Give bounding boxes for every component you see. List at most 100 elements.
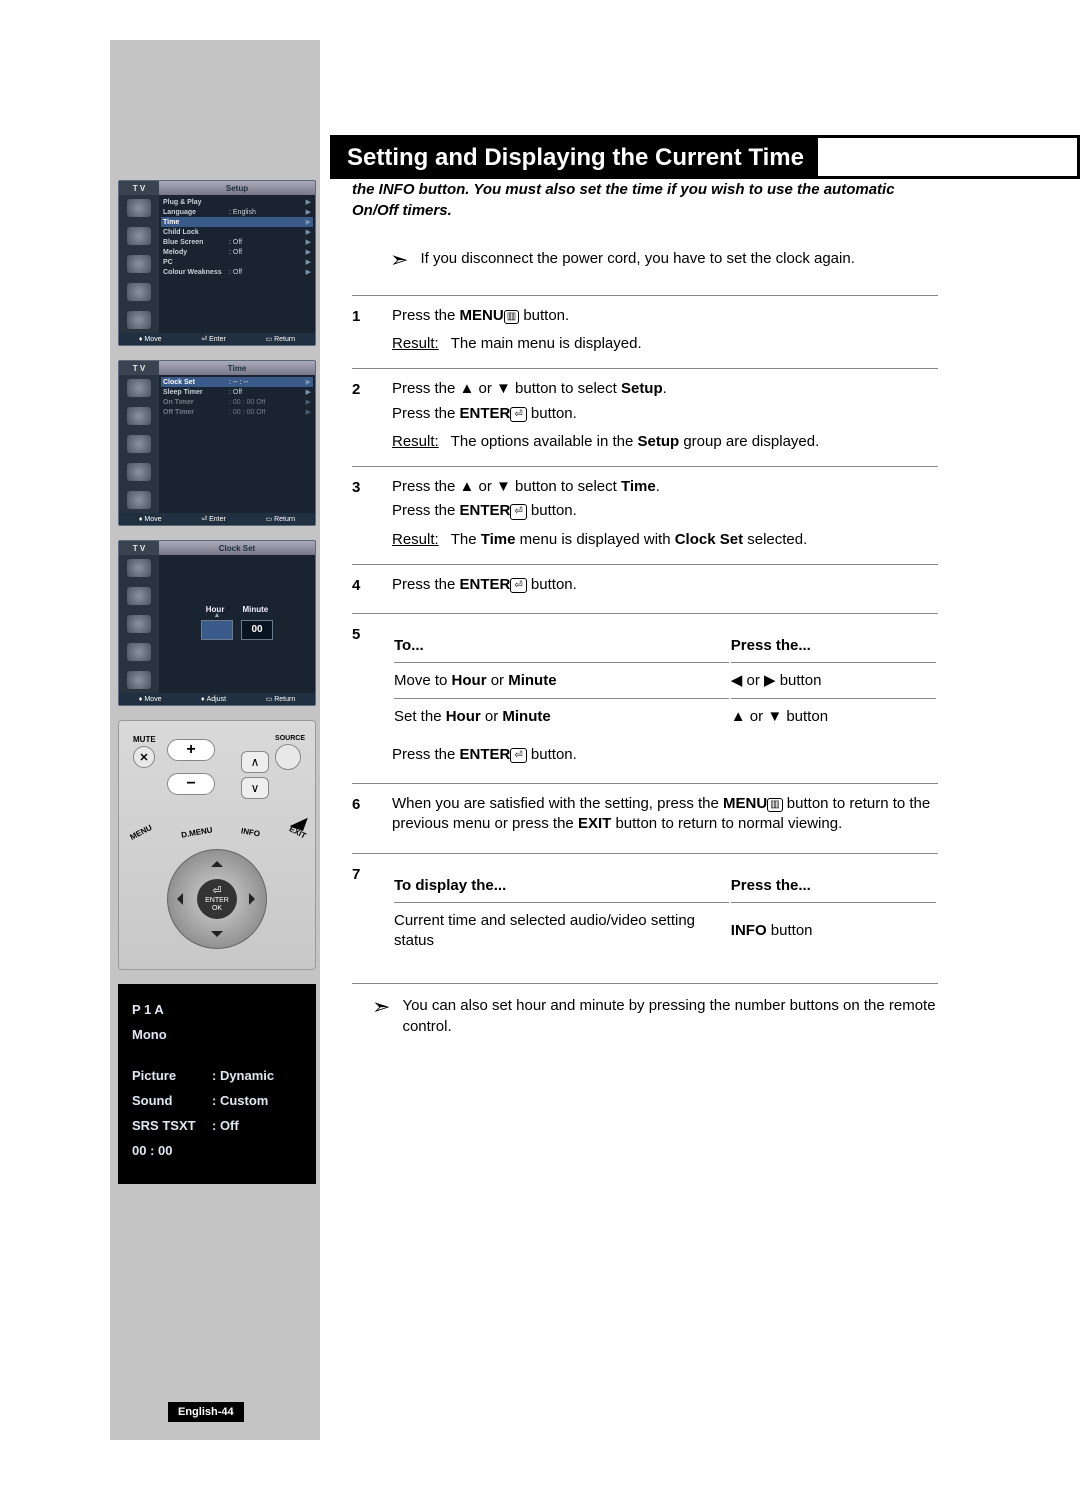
td: ▲ or ▼ button [731,701,936,733]
osd-list: Plug & Play▶ Language: English▶ Time▶ Ch… [159,195,315,333]
osd-tv-label: T V [119,361,159,375]
td: Set the Hour or Minute [394,701,729,733]
step-num: 3 [352,477,374,550]
step-3: 3 Press the ▲ or ▼ button to select Time… [352,466,938,564]
osd-icon-column [119,555,159,693]
note-text: If you disconnect the power cord, you ha… [420,249,854,269]
dpad-up-icon[interactable] [211,855,223,867]
osd-footer-move: ♦ Move [139,335,162,343]
osd-icon [127,671,151,689]
osd-clockset-menu: T V Clock Set Hour Minute [118,540,316,706]
osd-footer-move: ♦ Move [139,515,162,523]
osd-icon [127,199,151,217]
td: INFO button [731,905,936,958]
step-4: 4 Press the ENTER⏎ button. [352,564,938,613]
osd-footer: ♦ Move ⏎ Enter ▭ Return [119,333,315,345]
prog-label: P 1 A [132,1002,164,1017]
osd-icon [127,227,151,245]
osd-row: Blue Screen: Off▶ [161,237,313,247]
osd-icon [127,463,151,481]
dpad-left-icon[interactable] [171,893,183,905]
osd-icon [127,643,151,661]
th-press: Press the... [731,870,936,903]
osd-icon [127,407,151,425]
osd-icon [127,435,151,453]
menu-label: MENU [123,813,158,851]
osd-footer-adjust: ♦ Adjust [201,695,226,703]
osd-icon-column [119,195,159,333]
step-1: 1 Press the MENU▥ button. Result: The ma… [352,295,938,369]
osd-row: Language: English▶ [161,207,313,217]
osd-list: Clock Set: -- : --▶ Sleep Timer: Off▶ On… [159,375,315,513]
step-num: 7 [352,864,374,970]
pointer-icon: ➣ [372,996,390,1018]
remote-control: MUTE ✕ + − ∧ ∨ SOURCE MENU D.MENU INFO E… [118,720,316,970]
dpad-down-icon[interactable] [211,931,223,943]
dpad-right-icon[interactable] [249,893,261,905]
enter-glyph-icon: ⏎ [510,578,526,594]
osd-icon [127,491,151,509]
info-panel: P 1 A Mono Picture: Dynamic Sound: Custo… [118,984,316,1184]
mute-label: MUTE ✕ [133,735,156,768]
volume-up-button[interactable]: + [167,739,215,761]
step-5: 5 To... Press the... Move to Hour or Min… [352,613,938,783]
osd-row-selected: Time▶ [161,217,313,227]
osd-title: Clock Set [159,541,315,555]
mono-label: Mono [132,1027,167,1042]
page-number: English-44 [168,1402,244,1422]
osd-icon [127,255,151,273]
osd-icon [127,587,151,605]
step-num: 5 [352,624,374,769]
volume-down-button[interactable]: − [167,773,215,795]
footer-note: ➣ You can also set hour and minute by pr… [352,996,938,1037]
step-num: 4 [352,575,374,599]
th-press: Press the... [731,630,936,663]
enter-glyph-icon: ⏎ [510,504,526,520]
osd-time-menu: T V Time Clock Set: -- : --▶ Sleep Timer… [118,360,316,526]
osd-footer-enter: ⏎ Enter [201,515,226,523]
osd-icon [127,379,151,397]
enter-glyph-icon: ⏎ [510,407,526,423]
hour-box [201,620,233,640]
page-title: Setting and Displaying the Current Time [333,138,818,178]
osd-tv-label: T V [119,181,159,195]
osd-title: Time [159,361,315,375]
channel-up-button[interactable]: ∧ [241,751,269,773]
enter-glyph-icon: ⏎ [510,748,526,764]
osd-row-dim: Off Timer: 00 : 00 Off▶ [161,407,313,417]
osd-row: Melody: Off▶ [161,247,313,257]
osd-row: Child Lock▶ [161,227,313,237]
minute-box: 00 [241,620,273,640]
mute-button[interactable]: ✕ [133,746,155,768]
pointer-icon: ➣ [390,249,408,271]
osd-row: Sleep Timer: Off▶ [161,387,313,397]
enter-button[interactable]: ⏎ ENTER OK [197,879,237,919]
osd-footer-return: ▭ Return [266,695,296,703]
osd-footer-move: ♦ Move [139,695,162,703]
info-k: 00 : 00 [132,1143,212,1158]
page-title-bar: Setting and Displaying the Current Time [330,135,1080,179]
menu-glyph-icon: ▥ [504,310,519,324]
step5-table: To... Press the... Move to Hour or Minut… [392,628,938,735]
step-num: 6 [352,794,374,839]
osd-footer: ♦ Move ⏎ Enter ▭ Return [119,513,315,525]
osd-footer-return: ▭ Return [265,515,295,523]
osd-icon [127,615,151,633]
step-num: 1 [352,306,374,355]
osd-footer-enter: ⏎ Enter [201,335,226,343]
dmenu-label: D.MENU [179,814,215,849]
info-k: SRS TSXT [132,1118,212,1133]
osd-icon [127,559,151,577]
osd-row-selected: Clock Set: -- : --▶ [161,377,313,387]
osd-row: Plug & Play▶ [161,197,313,207]
step-num: 2 [352,379,374,452]
source-button[interactable] [275,744,301,770]
osd-title: Setup [159,181,315,195]
osd-setup-menu: T V Setup Plug & Play▶ Language: English… [118,180,316,346]
channel-down-button[interactable]: ∨ [241,777,269,799]
dpad: ⏎ ENTER OK [157,849,277,959]
step-2: 2 Press the ▲ or ▼ button to select Setu… [352,368,938,466]
td: Move to Hour or Minute [394,665,729,698]
info-k: Sound [132,1093,212,1108]
osd-row-dim: On Timer: 00 : 00 Off▶ [161,397,313,407]
